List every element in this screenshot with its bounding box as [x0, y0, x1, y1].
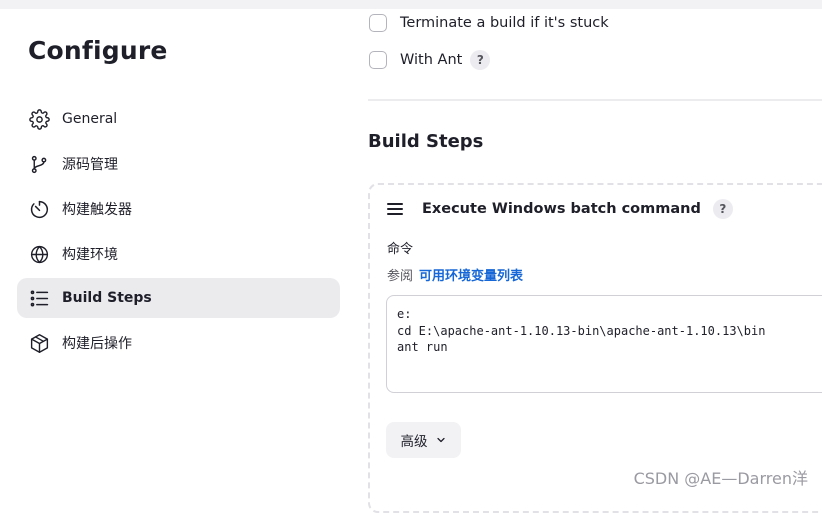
branch-icon [28, 153, 50, 175]
with-ant-option[interactable]: With Ant ? [369, 50, 491, 70]
list-icon [28, 287, 50, 309]
sidebar-item-build-steps[interactable]: Build Steps [17, 278, 340, 318]
advanced-button[interactable]: 高级 [386, 422, 461, 458]
env-vars-prefix: 参阅 [387, 269, 414, 284]
advanced-label: 高级 [400, 434, 428, 450]
command-textarea[interactable]: e: cd E:\apache-ant-1.10.13-bin\apache-a… [386, 295, 822, 393]
sidebar-item-general[interactable]: General [17, 99, 340, 139]
help-icon[interactable]: ? [712, 199, 733, 219]
env-vars-hint: 参阅 可用环境变量列表 [387, 265, 523, 284]
terminate-stuck-option[interactable]: Terminate a build if it's stuck [369, 14, 609, 32]
page-title: Configure [28, 36, 168, 65]
drag-handle-icon[interactable] [387, 203, 403, 217]
gear-icon [28, 108, 50, 130]
terminate-stuck-checkbox[interactable] [369, 14, 387, 32]
sidebar-item-build-environment[interactable]: 构建环境 [17, 234, 340, 274]
terminate-stuck-label: Terminate a build if it's stuck [400, 15, 609, 31]
globe-icon [28, 243, 50, 265]
step-title: Execute Windows batch command ? [422, 199, 733, 219]
sidebar-item-label: 源码管理 [62, 157, 118, 173]
sidebar-item-label: 构建触发器 [62, 202, 132, 218]
sidebar-item-build-triggers[interactable]: 构建触发器 [17, 189, 340, 229]
sidebar-item-label: 构建后操作 [62, 336, 132, 352]
sidebar-item-source-control[interactable]: 源码管理 [17, 144, 340, 184]
step-title-text: Execute Windows batch command [422, 201, 701, 217]
watermark: CSDN @AE—Darren洋 [633, 469, 808, 488]
section-title: Build Steps [368, 131, 484, 152]
command-label: 命令 [387, 242, 414, 257]
sidebar-item-label: Build Steps [62, 290, 152, 306]
env-vars-link[interactable]: 可用环境变量列表 [419, 269, 523, 284]
sidebar-item-label: General [62, 111, 118, 127]
timer-icon [28, 198, 50, 220]
section-divider [368, 99, 822, 101]
help-icon[interactable]: ? [470, 50, 491, 70]
with-ant-checkbox[interactable] [369, 51, 387, 69]
sidebar-item-post-build[interactable]: 构建后操作 [17, 323, 340, 363]
top-bar [0, 0, 822, 9]
package-icon [28, 332, 50, 354]
with-ant-label: With Ant [400, 52, 463, 68]
chevron-down-icon [436, 437, 445, 443]
sidebar-item-label: 构建环境 [62, 247, 118, 263]
